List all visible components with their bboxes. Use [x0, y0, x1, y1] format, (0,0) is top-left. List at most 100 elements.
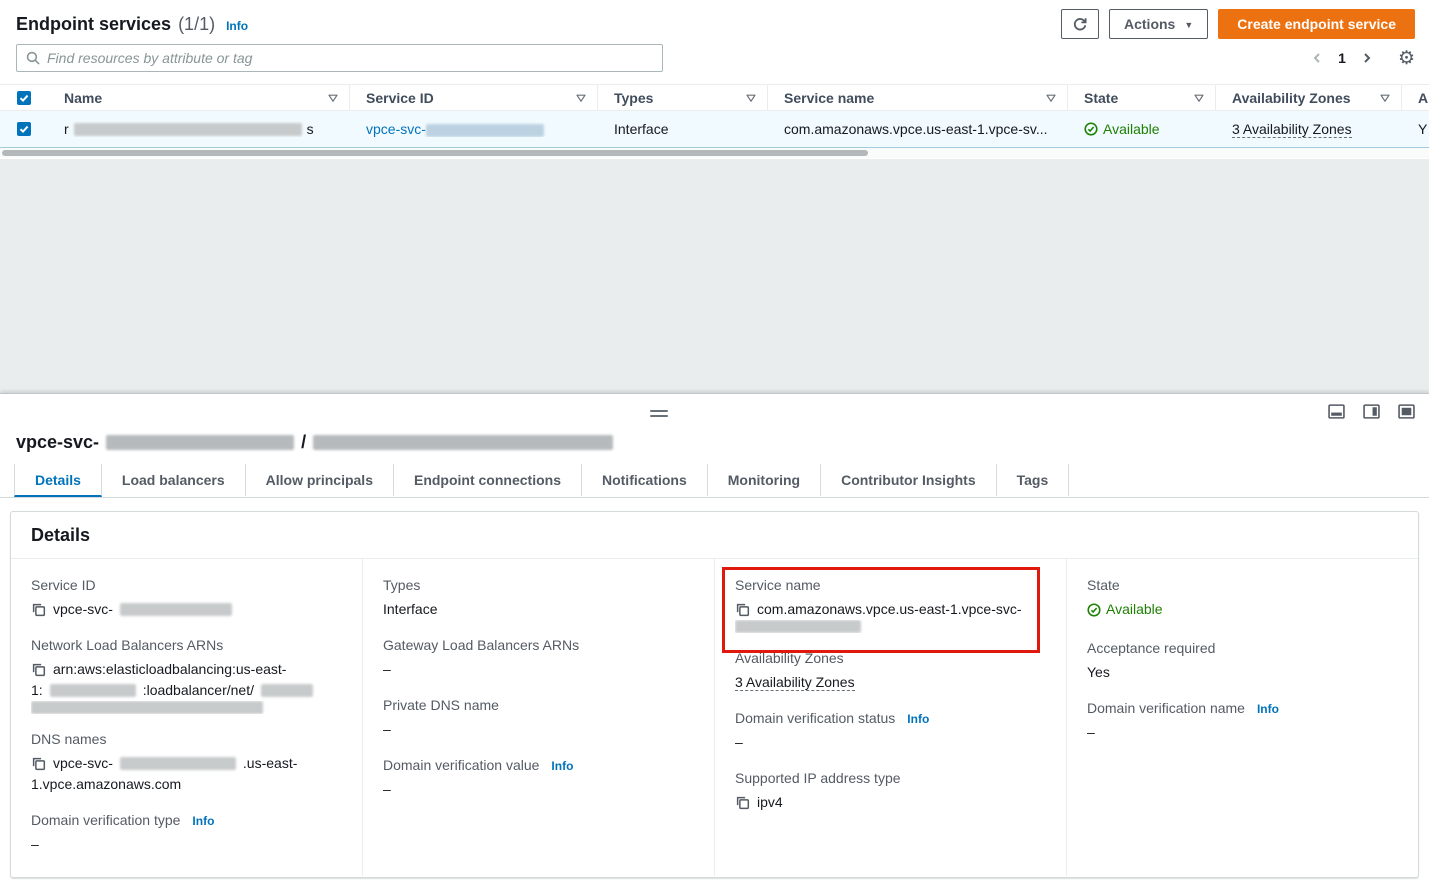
- cell-name: rs: [48, 121, 350, 137]
- field-label: Service name: [735, 577, 1046, 593]
- column-header-name[interactable]: Name: [48, 85, 350, 110]
- field-label: Network Load Balancers ARNs: [31, 637, 342, 653]
- field-dns-names: DNS names vpce-svc-.us-east- 1.vpce.amaz…: [31, 731, 342, 795]
- row-checkbox[interactable]: [17, 122, 31, 136]
- tab-load-balancers[interactable]: Load balancers: [102, 464, 246, 497]
- field-label: Domain verification name: [1087, 700, 1245, 716]
- column-label: Availability Zones: [1232, 90, 1351, 106]
- field-private-dns-name: Private DNS name –: [383, 697, 694, 740]
- tab-contributor-insights[interactable]: Contributor Insights: [821, 464, 997, 497]
- tab-allow-principals[interactable]: Allow principals: [246, 464, 394, 497]
- tab-monitoring[interactable]: Monitoring: [708, 464, 821, 497]
- field-label: Supported IP address type: [735, 770, 1046, 786]
- field-domain-verification-type: Domain verification type Info –: [31, 812, 342, 855]
- column-header-availability-zones[interactable]: Availability Zones: [1216, 85, 1402, 110]
- service-id-link[interactable]: vpce-svc-: [366, 121, 544, 137]
- info-link[interactable]: Info: [551, 759, 573, 773]
- copy-icon[interactable]: [735, 602, 750, 617]
- actions-button[interactable]: Actions ▼: [1109, 9, 1208, 39]
- state-text: Available: [1103, 121, 1160, 137]
- column-header-state[interactable]: State: [1068, 85, 1216, 110]
- settings-gear-icon[interactable]: ⚙: [1398, 49, 1415, 68]
- next-page-button[interactable]: [1354, 45, 1380, 71]
- tab-tags[interactable]: Tags: [997, 464, 1070, 497]
- horizontal-scrollbar[interactable]: [0, 148, 1429, 158]
- column-header-service-name[interactable]: Service name: [768, 85, 1068, 110]
- field-acceptance-required: Acceptance required Yes: [1087, 640, 1398, 683]
- info-link[interactable]: Info: [907, 712, 929, 726]
- details-column-3: Service name com.amazonaws.vpce.us-east-…: [714, 559, 1066, 876]
- split-panel-resize-handle[interactable]: [650, 410, 668, 417]
- check-icon: [19, 124, 29, 134]
- info-link[interactable]: Info: [192, 814, 214, 828]
- cell-availability-zones: 3 Availability Zones: [1216, 121, 1402, 138]
- field-label: DNS names: [31, 731, 342, 747]
- panel-title-separator: /: [301, 432, 306, 453]
- panel-title: vpce-svc- /: [16, 432, 613, 453]
- copy-icon[interactable]: [31, 756, 46, 771]
- copy-icon[interactable]: [31, 602, 46, 617]
- field-state: State Available: [1087, 577, 1398, 623]
- panel-fullscreen-layout-icon[interactable]: [1398, 403, 1415, 420]
- search-box[interactable]: [16, 44, 663, 72]
- filter-icon[interactable]: [1045, 92, 1057, 104]
- pagination: 1 ⚙: [1304, 45, 1415, 71]
- refresh-button[interactable]: [1061, 9, 1099, 39]
- nlb-arn-line1: arn:aws:elasticloadbalancing:us-east-: [53, 659, 286, 680]
- tab-notifications[interactable]: Notifications: [582, 464, 708, 497]
- field-service-id: Service ID vpce-svc-: [31, 577, 342, 620]
- filter-icon[interactable]: [1379, 92, 1391, 104]
- filter-icon[interactable]: [1193, 92, 1205, 104]
- current-page-number[interactable]: 1: [1332, 50, 1352, 66]
- scrollbar-thumb[interactable]: [2, 150, 868, 156]
- availability-zones-popover-link[interactable]: 3 Availability Zones: [735, 674, 855, 691]
- details-column-4: State Available Acceptance required Yes …: [1066, 559, 1418, 876]
- field-value: –: [735, 732, 1046, 753]
- field-supported-ip-type: Supported IP address type ipv4: [735, 770, 1046, 813]
- service-id-prefix: vpce-svc-: [366, 121, 426, 137]
- details-card: Details Service ID vpce-svc- Network Loa…: [10, 511, 1419, 878]
- select-all-cell: [0, 85, 48, 110]
- title-info-link[interactable]: Info: [226, 19, 248, 33]
- column-label: Service name: [784, 90, 874, 106]
- field-value: –: [1087, 722, 1398, 743]
- table-row[interactable]: rs vpce-svc- Interface com.amazonaws.vpc…: [0, 111, 1429, 148]
- column-header-types[interactable]: Types: [598, 85, 768, 110]
- tab-details[interactable]: Details: [14, 464, 102, 497]
- field-value: Yes: [1087, 662, 1398, 683]
- copy-icon[interactable]: [735, 795, 750, 810]
- filter-icon[interactable]: [327, 92, 339, 104]
- column-header-acceptance[interactable]: A: [1402, 85, 1429, 110]
- redacted-title-name: [313, 435, 613, 450]
- search-input[interactable]: [47, 50, 653, 66]
- create-endpoint-service-button[interactable]: Create endpoint service: [1218, 9, 1415, 39]
- select-all-checkbox[interactable]: [17, 91, 31, 105]
- field-nlb-arns: Network Load Balancers ARNs arn:aws:elas…: [31, 637, 342, 714]
- filter-icon[interactable]: [745, 92, 757, 104]
- field-availability-zones: Availability Zones 3 Availability Zones: [735, 650, 1046, 693]
- field-domain-verification-name: Domain verification name Info –: [1087, 700, 1398, 743]
- field-label: Types: [383, 577, 694, 593]
- column-header-service-id[interactable]: Service ID: [350, 85, 598, 110]
- panel-bottom-layout-icon[interactable]: [1328, 403, 1345, 420]
- toolbar: 1 ⚙: [16, 44, 1415, 72]
- previous-page-button[interactable]: [1304, 45, 1330, 71]
- redacted-lb-name: [261, 684, 313, 697]
- availability-zones-popover-link[interactable]: 3 Availability Zones: [1232, 121, 1352, 138]
- field-value: –: [383, 659, 694, 680]
- info-link[interactable]: Info: [1257, 702, 1279, 716]
- panel-side-layout-icon[interactable]: [1363, 403, 1380, 420]
- table-header: Name Service ID Types Service name State…: [0, 84, 1429, 111]
- details-heading: Details: [31, 525, 90, 546]
- service-name-value: com.amazonaws.vpce.us-east-1.vpce-svc-: [757, 599, 1022, 620]
- cell-state: Available: [1068, 121, 1216, 137]
- redacted-account-id: [50, 684, 136, 697]
- field-value: –: [383, 779, 694, 800]
- title-group: Endpoint services (1/1) Info: [16, 14, 248, 35]
- filter-icon[interactable]: [575, 92, 587, 104]
- details-column-1: Service ID vpce-svc- Network Load Balanc…: [11, 559, 362, 876]
- tab-endpoint-connections[interactable]: Endpoint connections: [394, 464, 582, 497]
- panel-layout-controls: [1328, 403, 1415, 420]
- cell-types: Interface: [598, 121, 768, 137]
- copy-icon[interactable]: [31, 662, 46, 677]
